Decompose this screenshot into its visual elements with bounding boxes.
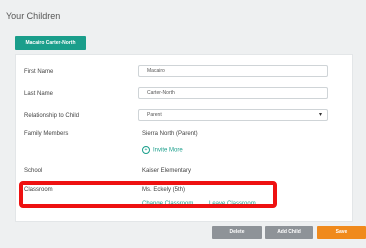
save-button[interactable]: Save — [317, 226, 366, 239]
plus-circle-icon: + — [142, 146, 150, 154]
page-title: Your Children — [6, 11, 61, 21]
chevron-down-icon: ▾ — [318, 112, 322, 118]
last-name-field[interactable]: Carter-North — [138, 87, 328, 99]
first-name-label: First Name — [24, 69, 54, 75]
first-name-field[interactable]: Macairo — [138, 65, 328, 77]
first-name-value: Macairo — [147, 68, 165, 74]
school-label: School — [24, 168, 43, 174]
delete-button[interactable]: Delete — [212, 226, 262, 239]
classroom-highlight-box — [19, 181, 277, 208]
school-value: Kaiser Elementary — [142, 168, 192, 174]
add-child-button[interactable]: Add Child — [265, 226, 313, 239]
relationship-select[interactable]: Parent ▾ — [138, 109, 328, 121]
last-name-value: Carter-North — [147, 90, 175, 96]
last-name-label: Last Name — [24, 91, 54, 97]
family-members-label: Family Members — [24, 131, 69, 137]
invite-more-link[interactable]: + Invite More — [142, 146, 183, 154]
relationship-value: Parent — [147, 112, 162, 118]
family-members-value: Sierra North (Parent) — [142, 131, 198, 137]
invite-more-label: Invite More — [153, 147, 183, 154]
relationship-label: Relationship to Child — [24, 113, 80, 119]
tab-child[interactable]: Macairo Carter-North — [15, 36, 86, 50]
